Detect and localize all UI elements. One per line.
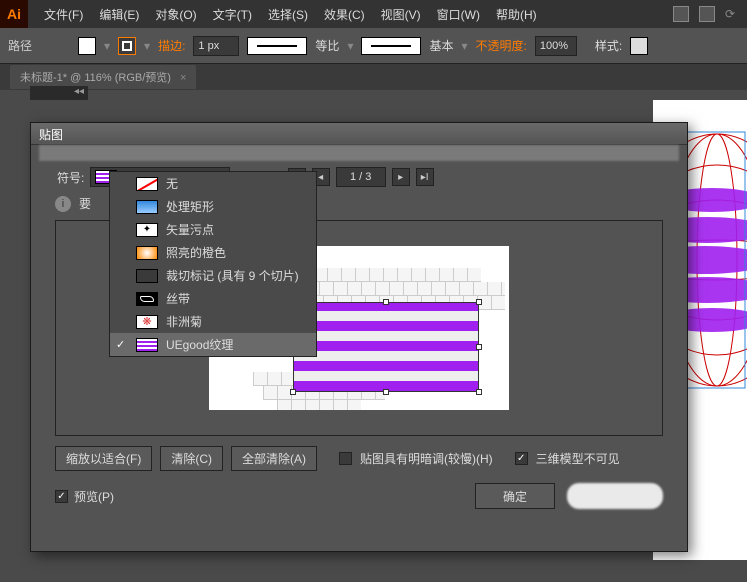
styles-label: 样式: [595, 37, 622, 54]
tab-bar: 未标题-1* @ 116% (RGB/预览) × [0, 64, 747, 90]
tab-close-icon[interactable]: × [180, 72, 186, 84]
last-surface-button[interactable]: ▸I [416, 168, 434, 186]
opacity-input[interactable] [535, 36, 577, 56]
resize-handle[interactable] [290, 389, 296, 395]
dd-label: 矢量污点 [166, 221, 214, 238]
next-surface-button[interactable]: ▸ [392, 168, 410, 186]
brush-select[interactable] [361, 37, 421, 55]
dd-label: 丝带 [166, 290, 190, 307]
dd-label: 裁切标记 (具有 9 个切片) [166, 267, 299, 284]
dd-label: 非洲菊 [166, 313, 202, 330]
menu-window[interactable]: 窗口(W) [429, 6, 488, 23]
dialog-title: 贴图 [31, 123, 687, 145]
app-logo: Ai [0, 0, 28, 28]
layout-icon[interactable] [673, 6, 689, 22]
stroke-swatch[interactable] [118, 37, 136, 55]
ribbon-icon [136, 292, 158, 306]
resize-handle[interactable] [383, 299, 389, 305]
ok-button[interactable]: 确定 [475, 483, 555, 509]
none-icon [136, 177, 158, 191]
mode-label: 路径 [8, 37, 32, 54]
crop-icon [136, 269, 158, 283]
check-icon: ✓ [116, 338, 125, 351]
menubar: Ai 文件(F) 编辑(E) 对象(O) 文字(T) 选择(S) 效果(C) 视… [0, 0, 747, 28]
resize-handle[interactable] [383, 389, 389, 395]
symbol-dropdown[interactable]: 无 处理矩形 矢量污点 照亮的橙色 裁切标记 (具有 9 个切片) 丝带 非洲菊… [109, 171, 317, 357]
preview-checkbox[interactable]: ✓ [55, 490, 68, 503]
style-swatch[interactable] [630, 37, 648, 55]
menu-object[interactable]: 对象(O) [147, 6, 204, 23]
dd-item-none[interactable]: 无 [110, 172, 316, 195]
symbol-label: 符号: [57, 169, 84, 186]
surface-index: 1 / 3 [336, 167, 386, 187]
fill-swatch[interactable] [78, 37, 96, 55]
tab-title: 未标题-1* @ 116% (RGB/预览) [20, 72, 171, 84]
dd-label: 照亮的橙色 [166, 244, 226, 261]
dd-label: 无 [166, 175, 178, 192]
profile-select[interactable] [247, 37, 307, 55]
dd-item-stripe[interactable]: ✓ UEgood纹理 [110, 333, 316, 356]
scale-to-fit-button[interactable]: 缩放以适合(F) [55, 446, 152, 471]
surface-grid [277, 400, 361, 410]
stroke-label: 描边: [158, 37, 185, 54]
menu-type[interactable]: 文字(T) [205, 6, 260, 23]
menu-select[interactable]: 选择(S) [260, 6, 316, 23]
profile-label: 等比 [315, 37, 339, 54]
map-art-dialog: 贴图 符号: UEgood纹理 ▼ 表面: I◂ ◂ 1 / 3 ▸ ▸I i … [30, 122, 688, 552]
dd-item-glow[interactable]: 照亮的橙色 [110, 241, 316, 264]
control-bar: 路径 ▾ ▾ 描边: 等比▾ 基本▾ 不透明度: 样式: [0, 28, 747, 64]
opacity-label: 不透明度: [476, 37, 527, 54]
rect-icon [136, 200, 158, 214]
brush-label: 基本 [429, 37, 453, 54]
dd-item-crop[interactable]: 裁切标记 (具有 9 个切片) [110, 264, 316, 287]
flower-icon [136, 315, 158, 329]
preview-label: 预览(P) [74, 488, 114, 505]
menu-effect[interactable]: 效果(C) [316, 6, 373, 23]
sync-icon[interactable]: ⟳ [725, 7, 735, 21]
shade-checkbox[interactable] [339, 452, 352, 465]
menu-file[interactable]: 文件(F) [36, 6, 91, 23]
shade-label: 贴图具有明暗调(较慢)(H) [360, 450, 493, 467]
resize-handle[interactable] [476, 299, 482, 305]
dd-item-rect[interactable]: 处理矩形 [110, 195, 316, 218]
info-text: 要 [79, 195, 91, 212]
dd-label: 处理矩形 [166, 198, 214, 215]
menu-help[interactable]: 帮助(H) [488, 6, 545, 23]
clear-all-button[interactable]: 全部清除(A) [231, 446, 317, 471]
resize-handle[interactable] [476, 389, 482, 395]
dd-label: UEgood纹理 [166, 336, 233, 353]
arrange-icon[interactable] [699, 6, 715, 22]
glow-icon [136, 246, 158, 260]
mapped-symbol[interactable] [293, 302, 479, 392]
invisible-label: 三维模型不可见 [536, 450, 620, 467]
cancel-button[interactable] [567, 483, 663, 509]
invisible-checkbox[interactable]: ✓ [515, 452, 528, 465]
resize-handle[interactable] [476, 344, 482, 350]
dd-item-ribbon[interactable]: 丝带 [110, 287, 316, 310]
stroke-width-input[interactable] [193, 36, 239, 56]
info-icon: i [55, 196, 71, 212]
dirt-icon [136, 223, 158, 237]
blurred-region [39, 145, 679, 161]
menu-edit[interactable]: 编辑(E) [91, 6, 147, 23]
menu-view[interactable]: 视图(V) [373, 6, 429, 23]
clear-button[interactable]: 清除(C) [160, 446, 223, 471]
dd-item-dirt[interactable]: 矢量污点 [110, 218, 316, 241]
panel-collapse[interactable]: ◂◂ [30, 86, 88, 100]
stripe-icon [136, 338, 158, 352]
dd-item-flower[interactable]: 非洲菊 [110, 310, 316, 333]
